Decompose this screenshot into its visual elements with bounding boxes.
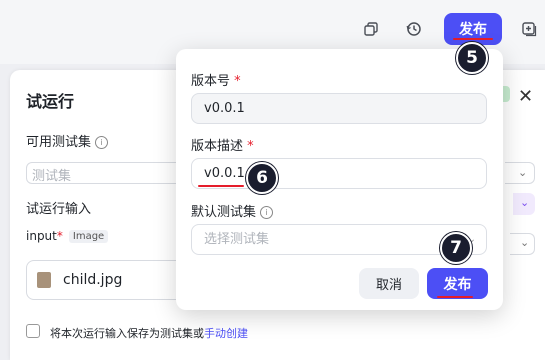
save-text-label: 将本次运行输入保存为测试集或 bbox=[50, 327, 204, 340]
input-section-label: 试运行输入 bbox=[26, 202, 92, 217]
version-input[interactable]: v0.0.1 bbox=[191, 93, 487, 124]
input-type-tag: Image bbox=[68, 230, 109, 243]
chevron-down-icon: ⌄ bbox=[520, 236, 530, 249]
default-test-set-label: 默认测试集 i bbox=[191, 201, 274, 220]
chevron-down-icon: ⌄ bbox=[518, 166, 528, 179]
test-set-label-text: 可用测试集 bbox=[26, 135, 92, 150]
default-test-set-placeholder: 选择测试集 bbox=[204, 232, 270, 247]
publish-button[interactable]: 发布 bbox=[427, 268, 488, 299]
image-thumbnail-icon bbox=[37, 272, 51, 288]
info-icon: i bbox=[260, 206, 274, 219]
required-mark: * bbox=[56, 229, 63, 243]
file-name: child.jpg bbox=[63, 272, 123, 288]
step-badge-7: 7 bbox=[440, 232, 472, 264]
version-label: 版本号 * bbox=[191, 70, 241, 89]
input-name: input bbox=[26, 229, 57, 243]
publish-modal: 版本号 * v0.0.1 版本描述 * v0.0.1 默认测试集 i 选择测试集 … bbox=[176, 49, 503, 310]
description-label-text: 版本描述 bbox=[191, 139, 244, 154]
description-underline bbox=[198, 185, 244, 187]
add-icon[interactable] bbox=[516, 16, 542, 42]
info-icon: i bbox=[95, 136, 109, 149]
step-badge-5: 5 bbox=[456, 42, 488, 74]
file-upload-box[interactable]: child.jpg bbox=[26, 260, 186, 300]
required-mark: * bbox=[234, 74, 241, 89]
publish-button-top[interactable]: 发布 bbox=[444, 13, 502, 45]
chevron-down-icon: ⌄ bbox=[520, 196, 530, 209]
history-icon[interactable] bbox=[401, 16, 427, 42]
publish-button-label: 发布 bbox=[443, 276, 472, 293]
cancel-button[interactable]: 取消 bbox=[359, 268, 419, 299]
test-set-placeholder: 测试集 bbox=[32, 169, 72, 184]
input-field-label: input* Image bbox=[26, 229, 109, 243]
step-badge-6: 6 bbox=[246, 162, 278, 194]
save-as-test-set-checkbox[interactable] bbox=[26, 324, 40, 338]
default-test-set-label-text: 默认测试集 bbox=[191, 205, 257, 220]
version-label-text: 版本号 bbox=[191, 74, 231, 89]
panel-title: 试运行 bbox=[26, 92, 75, 111]
publish-button-top-label: 发布 bbox=[459, 22, 487, 38]
copy-icon[interactable] bbox=[358, 16, 384, 42]
publish-underline bbox=[437, 296, 473, 298]
description-label: 版本描述 * bbox=[191, 135, 254, 154]
description-value: v0.0.1 bbox=[204, 166, 245, 181]
publish-top-underline bbox=[453, 38, 493, 40]
required-mark: * bbox=[247, 139, 254, 154]
test-set-label: 可用测试集 i bbox=[26, 131, 109, 150]
save-as-test-set-text: 将本次运行输入保存为测试集或手动创建 bbox=[50, 325, 248, 341]
close-icon[interactable]: ✕ bbox=[518, 86, 533, 107]
cancel-button-label: 取消 bbox=[375, 278, 402, 293]
manual-create-link[interactable]: 手动创建 bbox=[204, 327, 248, 340]
